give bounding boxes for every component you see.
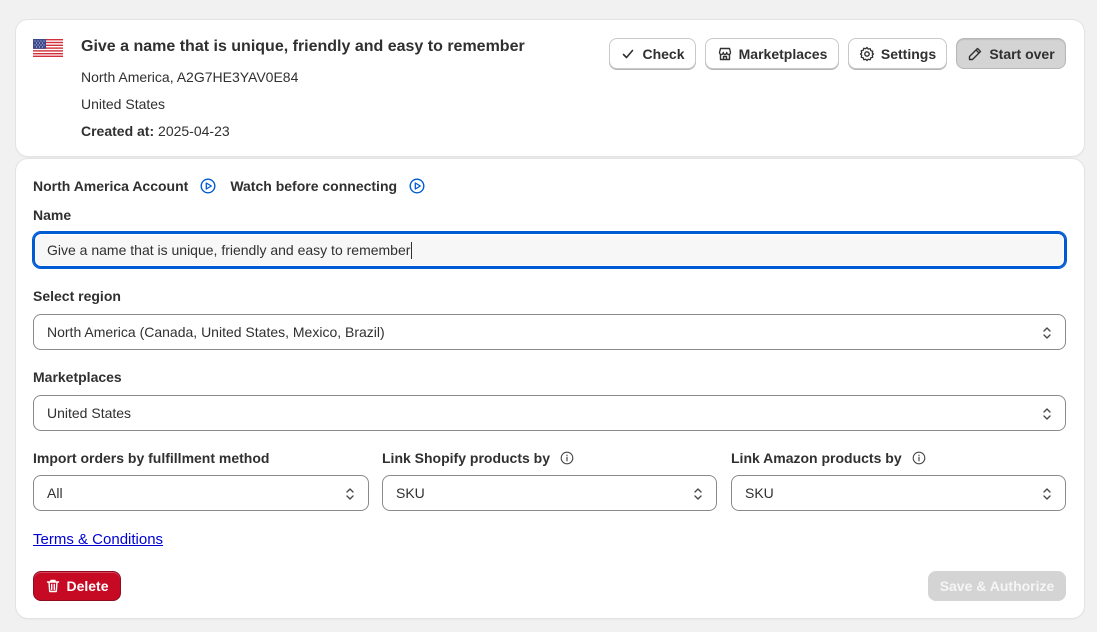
link-shopify-select-value: SKU <box>396 485 425 501</box>
link-amazon-label-text: Link Amazon products by <box>731 450 902 466</box>
section-title: North America Account <box>33 178 189 194</box>
section-header: North America Account Watch before conne… <box>33 178 425 194</box>
select-chevron-icon <box>1043 488 1051 500</box>
import-orders-label: Import orders by fulfillment method <box>33 450 270 466</box>
marketplaces-select[interactable]: United States <box>33 395 1066 431</box>
marketplaces-button-label: Marketplaces <box>738 45 828 62</box>
info-icon[interactable] <box>560 451 574 465</box>
delete-button-label: Delete <box>66 578 109 594</box>
created-value: 2025-04-23 <box>158 123 230 139</box>
marketplaces-select-value: United States <box>47 405 132 421</box>
store-icon <box>718 47 731 60</box>
start-over-button[interactable]: Start over <box>956 38 1066 69</box>
us-flag-icon <box>33 39 63 57</box>
link-shopify-label-text: Link Shopify products by <box>382 450 551 466</box>
name-label: Name <box>33 207 72 223</box>
checkmark-icon <box>623 49 634 58</box>
region-select-value: North America (Canada, United States, Me… <box>47 324 385 340</box>
link-shopify-label: Link Shopify products by <box>382 450 574 466</box>
play-video-icon[interactable] <box>200 178 216 194</box>
info-icon[interactable] <box>912 451 926 465</box>
account-created: Created at: 2025-04-23 <box>81 123 230 139</box>
trash-icon <box>47 579 60 593</box>
watch-label: Watch before connecting <box>230 178 398 194</box>
name-input[interactable]: Give a name that is unique, friendly and… <box>32 231 1067 269</box>
select-chevron-icon <box>1043 327 1051 339</box>
pencil-icon <box>969 47 982 60</box>
marketplaces-label: Marketplaces <box>33 369 122 385</box>
link-shopify-select[interactable]: SKU <box>382 475 717 511</box>
link-amazon-label: Link Amazon products by <box>731 450 926 466</box>
region-label: Select region <box>33 288 121 304</box>
start-over-button-label: Start over <box>989 45 1055 62</box>
gear-icon <box>859 46 875 61</box>
account-region-id: North America, A2G7HE3YAV0E84 <box>81 69 299 85</box>
check-button-label: Check <box>642 45 685 62</box>
play-video-icon[interactable] <box>409 178 425 194</box>
check-button[interactable]: Check <box>609 38 696 69</box>
select-chevron-icon <box>1043 408 1051 420</box>
name-input-value: Give a name that is unique, friendly and… <box>47 242 411 258</box>
account-form-card: North America Account Watch before conne… <box>16 159 1084 618</box>
text-caret <box>411 241 413 259</box>
link-amazon-select[interactable]: SKU <box>731 475 1066 511</box>
link-amazon-select-value: SKU <box>745 485 774 501</box>
delete-button[interactable]: Delete <box>33 571 121 601</box>
save-authorize-button[interactable]: Save & Authorize <box>928 571 1066 601</box>
region-select[interactable]: North America (Canada, United States, Me… <box>33 314 1066 350</box>
settings-button[interactable]: Settings <box>848 38 947 69</box>
import-orders-select[interactable]: All <box>33 475 369 511</box>
import-orders-select-value: All <box>47 485 63 501</box>
select-chevron-icon <box>694 488 702 500</box>
account-title: Give a name that is unique, friendly and… <box>81 38 525 55</box>
settings-button-label: Settings <box>880 45 937 62</box>
account-header-card: Give a name that is unique, friendly and… <box>16 20 1084 156</box>
marketplaces-button[interactable]: Marketplaces <box>705 38 839 69</box>
terms-conditions-link[interactable]: Terms & Conditions <box>33 531 163 548</box>
created-label: Created at: <box>81 123 155 139</box>
account-country: United States <box>81 96 166 112</box>
select-chevron-icon <box>346 488 354 500</box>
